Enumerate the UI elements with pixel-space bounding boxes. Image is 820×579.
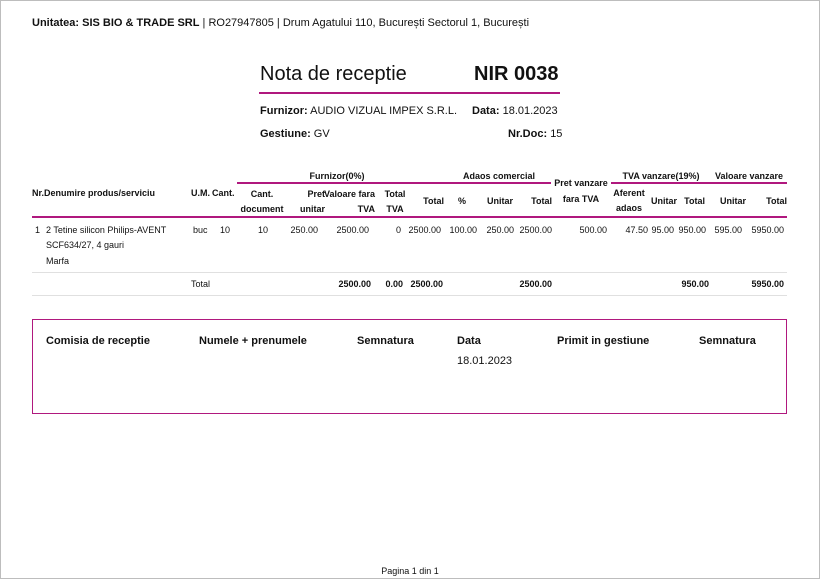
- header-bottom-line: [32, 216, 787, 218]
- row-name-line3: Marfa: [46, 256, 70, 266]
- group-furnizor: Furnizor(0%): [309, 171, 365, 181]
- col-adaos-unitar: Unitar: [486, 196, 513, 206]
- row-pret-unitar: 250.00: [290, 225, 318, 235]
- gestiune-label: Gestiune:: [260, 128, 311, 140]
- furnizor-value: AUDIO VIZUAL IMPEX S.R.L.: [310, 105, 458, 117]
- col-cant-doc: Cant. document: [237, 189, 287, 214]
- row-aferent-adaos: 47.50: [625, 225, 648, 235]
- col-pret-fara-tva: fara TVA: [562, 194, 600, 204]
- furnizor-label: Furnizor:: [260, 105, 308, 117]
- comisia-col-primit: Primit in gestiune: [557, 335, 650, 347]
- row-cant: 10: [219, 225, 230, 235]
- col-pret-unitar-line2: unitar: [299, 204, 325, 214]
- row-val-unitar: 595.00: [714, 225, 742, 235]
- col-cant: Cant.: [212, 188, 235, 198]
- col-tva-unitar: Unitar: [650, 196, 677, 206]
- col-total-tva-line1: Total: [384, 189, 406, 199]
- row-pret-fara-tva: 500.00: [579, 225, 607, 235]
- row-adaos-unitar: 250.00: [486, 225, 514, 235]
- col-valoare-fara-line1: Valoare fara: [323, 189, 375, 199]
- row-val-total: 5950.00: [751, 225, 784, 235]
- company-name: Unitatea: SIS BIO & TRADE SRL: [32, 17, 200, 29]
- col-aferent-adaos: Aferent adaos: [611, 188, 647, 213]
- col-total: Total: [423, 196, 444, 206]
- group-tva-vanzare: TVA vanzare(19%): [622, 171, 700, 181]
- totals-label: Total: [191, 279, 211, 289]
- comisia-box: Comisia de receptie Numele + prenumele S…: [32, 319, 787, 414]
- document-title: Nota de receptie: [260, 63, 407, 85]
- row-um: buc: [193, 225, 208, 235]
- document-page: Unitatea: SIS BIO & TRADE SRL | RO279478…: [0, 0, 820, 579]
- col-valoare-fara: Valoare fara TVA: [321, 189, 375, 214]
- document-number: NIR 0038: [474, 63, 559, 85]
- nrdoc-label: Nr.Doc:: [508, 128, 548, 140]
- col-pct: %: [458, 196, 467, 206]
- row-tva-total: 950.00: [678, 225, 706, 235]
- row-name-line2: SCF634/27, 4 gauri: [46, 240, 125, 250]
- comisia-col-comisia: Comisia de receptie: [46, 335, 150, 347]
- gestiune-field: Gestiune: GV: [260, 128, 330, 140]
- comisia-col-semnatura2: Semnatura: [699, 335, 756, 347]
- col-aferent-line2: adaos: [615, 203, 642, 213]
- row-divider: [32, 272, 787, 273]
- col-um: U.M.: [191, 188, 210, 198]
- furnizor-field: Furnizor: AUDIO VIZUAL IMPEX S.R.L.: [260, 105, 457, 117]
- totals-tva-total: 950.00: [681, 279, 709, 289]
- col-pret-unitar-line1: Pret: [307, 189, 325, 199]
- col-nr-denumire: Nr.Denumire produs/serviciu: [32, 188, 156, 198]
- col-pret-unitar: Pret unitar: [287, 189, 325, 214]
- comisia-col-nume: Numele + prenumele: [199, 335, 307, 347]
- col-adaos-total: Total: [531, 196, 552, 206]
- col-tva-total: Total: [684, 196, 705, 206]
- data-label: Data:: [472, 105, 500, 117]
- comisia-data-value: 18.01.2023: [457, 355, 513, 367]
- company-info: Unitatea: SIS BIO & TRADE SRL | RO279478…: [32, 17, 529, 29]
- group-pret-vanzare: Pret vanzare: [554, 178, 608, 188]
- totals-total: 2500.00: [410, 279, 443, 289]
- company-details: | RO27947805 | Drum Agatului 110, Bucure…: [199, 17, 530, 29]
- totals-adaos-total: 2500.00: [519, 279, 552, 289]
- col-val-total: Total: [766, 196, 787, 206]
- data-field: Data: 18.01.2023: [472, 105, 558, 117]
- totals-divider: [32, 295, 787, 296]
- group-line-right: [611, 182, 787, 184]
- col-aferent-line1: Aferent: [613, 188, 645, 198]
- group-adaos: Adaos comercial: [462, 171, 536, 181]
- col-cant-doc-line1: Cant.: [250, 189, 274, 199]
- col-valoare-fara-line2: TVA: [357, 204, 375, 214]
- page-number: Pagina 1 din 1: [381, 566, 439, 576]
- row-tva-unitar: 95.00: [651, 225, 674, 235]
- totals-val-total: 5950.00: [751, 279, 784, 289]
- row-cant-doc: 10: [257, 225, 268, 235]
- nrdoc-field: Nr.Doc: 15: [508, 128, 562, 140]
- row-valoare-fara-tva: 2500.00: [336, 225, 369, 235]
- row-total: 2500.00: [408, 225, 441, 235]
- row-pct: 100.00: [449, 225, 477, 235]
- row-name-line1: 2 Tetine silicon Philips-AVENT: [46, 225, 167, 235]
- title-underline: [259, 92, 560, 94]
- group-valoare-vanzare: Valoare vanzare: [714, 171, 784, 181]
- row-nr: 1: [35, 225, 41, 235]
- col-val-unitar: Unitar: [719, 196, 746, 206]
- totals-valoare-fara-tva: 2500.00: [338, 279, 371, 289]
- group-line-left: [237, 182, 551, 184]
- col-cant-doc-line2: document: [240, 204, 284, 214]
- nrdoc-value: 15: [550, 128, 563, 140]
- row-adaos-total: 2500.00: [519, 225, 552, 235]
- gestiune-value: GV: [313, 128, 330, 140]
- data-value: 18.01.2023: [502, 105, 558, 117]
- col-total-tva-line2: TVA: [386, 204, 404, 214]
- comisia-col-semnatura1: Semnatura: [357, 335, 414, 347]
- comisia-col-data: Data: [457, 335, 481, 347]
- row-total-tva: 0: [395, 225, 401, 235]
- totals-total-tva: 0.00: [385, 279, 403, 289]
- col-total-tva: Total TVA: [379, 189, 411, 214]
